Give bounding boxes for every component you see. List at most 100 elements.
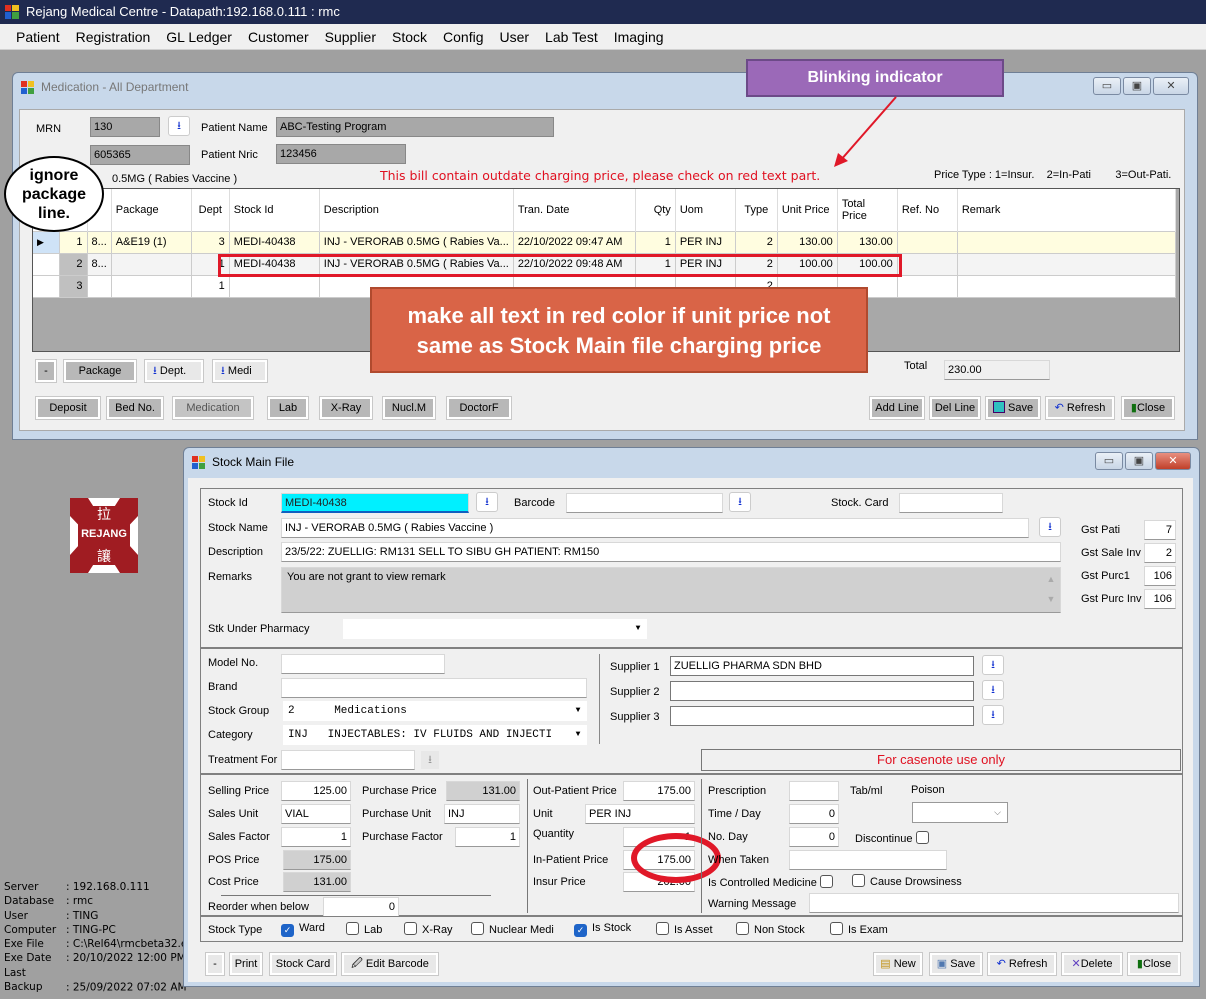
non-stock-checkbox[interactable]: Non Stock xyxy=(736,922,805,936)
time-per-day-field[interactable]: 0 xyxy=(789,804,839,824)
stock-name-field[interactable]: INJ - VERORAB 0.5MG ( Rabies Vaccine ) xyxy=(281,518,1029,538)
is-asset-checkbox[interactable]: Is Asset xyxy=(656,922,713,936)
sales-factor-field[interactable]: 1 xyxy=(281,827,351,847)
no-day-field[interactable]: 0 xyxy=(789,827,839,847)
supplier-3-field[interactable] xyxy=(670,706,974,726)
xray-checkbox[interactable]: X-Ray xyxy=(404,922,453,936)
stock-id-field[interactable]: MEDI-40438 xyxy=(281,493,469,513)
col-description[interactable]: Description xyxy=(319,189,514,231)
menu-gl-ledger[interactable]: GL Ledger xyxy=(158,24,240,50)
patient-nric-field[interactable]: 123456 xyxy=(276,144,406,164)
col-unit-price[interactable]: Unit Price xyxy=(777,189,838,231)
discontinue-checkbox[interactable]: Discontinue xyxy=(855,831,934,845)
package-button[interactable]: Package xyxy=(63,359,137,383)
gst-sale-inv-field[interactable]: 2 xyxy=(1144,543,1176,563)
print-button[interactable]: Print xyxy=(229,952,263,976)
add-line-button[interactable]: Add Line xyxy=(869,396,925,420)
menu-stock[interactable]: Stock xyxy=(384,24,435,50)
supplier-1-lookup-button[interactable]: ⭳ xyxy=(982,655,1004,675)
controlled-medicine-checkbox[interactable]: Is Controlled Medicine xyxy=(708,875,838,889)
stock-card-button[interactable]: Stock Card xyxy=(269,952,337,976)
col-tran-date[interactable]: Tran. Date xyxy=(513,189,636,231)
purchase-factor-field[interactable]: 1 xyxy=(455,827,520,847)
menu-config[interactable]: Config xyxy=(435,24,491,50)
ward-checkbox[interactable]: ✓ Ward xyxy=(281,922,325,937)
stock-save-button[interactable]: ▣ Save xyxy=(929,952,983,976)
row-selector[interactable] xyxy=(33,253,60,276)
new-button[interactable]: ▤ New xyxy=(873,952,923,976)
unit-field[interactable]: PER INJ xyxy=(585,804,695,824)
menu-imaging[interactable]: Imaging xyxy=(606,24,672,50)
doctor-f-button[interactable]: DoctorF xyxy=(446,396,512,420)
stock-refresh-button[interactable]: ↶ Refresh xyxy=(987,952,1057,976)
description-field[interactable]: 23/5/22: ZUELLIG: RM131 SELL TO SIBU GH … xyxy=(281,542,1061,562)
menu-registration[interactable]: Registration xyxy=(68,24,159,50)
row-selector-icon[interactable]: ▶ xyxy=(33,231,60,254)
save-button[interactable]: Save xyxy=(985,396,1041,420)
gst-pati-field[interactable]: 7 xyxy=(1144,520,1176,540)
supplier-2-field[interactable] xyxy=(670,681,974,701)
purchase-unit-field[interactable]: INJ xyxy=(444,804,520,824)
delete-button[interactable]: ✕Delete xyxy=(1061,952,1123,976)
stock-id-lookup-button[interactable]: ⭳ xyxy=(476,492,498,512)
supplier-3-lookup-button[interactable]: ⭳ xyxy=(982,705,1004,725)
col-dept[interactable]: Dept xyxy=(191,189,230,231)
collapse-button[interactable]: - xyxy=(205,952,225,976)
mrn-field[interactable]: 130 xyxy=(90,117,160,137)
treatment-for-field[interactable] xyxy=(281,750,415,770)
dept-button[interactable]: ⭳ Dept. xyxy=(144,359,204,383)
when-taken-field[interactable] xyxy=(789,850,947,870)
selling-price-field[interactable]: 125.00 xyxy=(281,781,351,801)
edit-barcode-button[interactable]: 🖉 Edit Barcode xyxy=(341,952,439,976)
is-exam-checkbox[interactable]: Is Exam xyxy=(830,922,888,936)
minimize-button[interactable]: ▭ xyxy=(1095,452,1123,470)
reorder-field[interactable]: 0 xyxy=(323,897,399,917)
col-total-price[interactable]: Total Price xyxy=(837,189,898,231)
nucl-m-button[interactable]: Nucl.M xyxy=(382,396,436,420)
collapse-button[interactable]: - xyxy=(35,359,57,383)
menu-lab-test[interactable]: Lab Test xyxy=(537,24,606,50)
col-package[interactable]: Package xyxy=(111,189,192,231)
patient-name-field[interactable]: ABC-Testing Program xyxy=(276,117,554,137)
category-select[interactable]: INJ INJECTABLES: IV FLUIDS AND INJECTI ▼ xyxy=(283,725,587,745)
treatment-lookup-icon[interactable]: ⭳ xyxy=(421,751,439,769)
maximize-button[interactable]: ▣ xyxy=(1125,452,1153,470)
out-patient-price-field[interactable]: 175.00 xyxy=(623,781,695,801)
mrn-lookup-button[interactable]: ⭳ xyxy=(168,116,190,136)
stock-close-button[interactable]: ▮Close xyxy=(1127,952,1181,976)
patient-id-field[interactable]: 605365 xyxy=(90,145,190,165)
medi-button[interactable]: ⭳ Medi xyxy=(212,359,268,383)
menu-supplier[interactable]: Supplier xyxy=(317,24,384,50)
cause-drowsiness-checkbox[interactable]: Cause Drowsiness xyxy=(852,874,962,888)
sales-unit-field[interactable]: VIAL xyxy=(281,804,351,824)
remarks-field[interactable]: You are not grant to view remark xyxy=(281,567,1061,613)
stock-group-select[interactable]: 2 Medications ▼ xyxy=(283,701,587,721)
lab-button[interactable]: Lab xyxy=(267,396,309,420)
close-window-button[interactable]: ✕ xyxy=(1153,77,1189,95)
model-no-field[interactable] xyxy=(281,654,445,674)
gst-purc-inv-field[interactable]: 106 xyxy=(1144,589,1176,609)
menu-customer[interactable]: Customer xyxy=(240,24,317,50)
col-stock-id[interactable]: Stock Id xyxy=(229,189,320,231)
del-line-button[interactable]: Del Line xyxy=(929,396,981,420)
is-stock-checkbox[interactable]: ✓ Is Stock xyxy=(574,922,631,937)
table-row[interactable]: ▶ 1 8... A&E19 (1) 3 MEDI-40438 INJ - VE… xyxy=(33,231,1176,254)
col-qty[interactable]: Qty xyxy=(635,189,676,231)
deposit-button[interactable]: Deposit xyxy=(35,396,101,420)
supplier-1-field[interactable]: ZUELLIG PHARMA SDN BHD xyxy=(670,656,974,676)
refresh-button[interactable]: ↶ Refresh xyxy=(1045,396,1115,420)
gst-purc1-field[interactable]: 106 xyxy=(1144,566,1176,586)
col-type[interactable]: Type xyxy=(735,189,778,231)
col-remark[interactable]: Remark xyxy=(957,189,1176,231)
stk-under-pharmacy-select[interactable]: ▼ xyxy=(343,619,647,639)
xray-button[interactable]: X-Ray xyxy=(319,396,373,420)
nuclear-medi-checkbox[interactable]: Nuclear Medi xyxy=(471,922,554,936)
barcode-lookup-button[interactable]: ⭳ xyxy=(729,492,751,512)
minimize-button[interactable]: ▭ xyxy=(1093,77,1121,95)
col-uom[interactable]: Uom xyxy=(675,189,736,231)
warning-message-field[interactable] xyxy=(809,893,1179,913)
menu-user[interactable]: User xyxy=(491,24,537,50)
maximize-button[interactable]: ▣ xyxy=(1123,77,1151,95)
poison-select[interactable]: ⌵ xyxy=(912,802,1008,823)
menu-patient[interactable]: Patient xyxy=(0,24,68,50)
